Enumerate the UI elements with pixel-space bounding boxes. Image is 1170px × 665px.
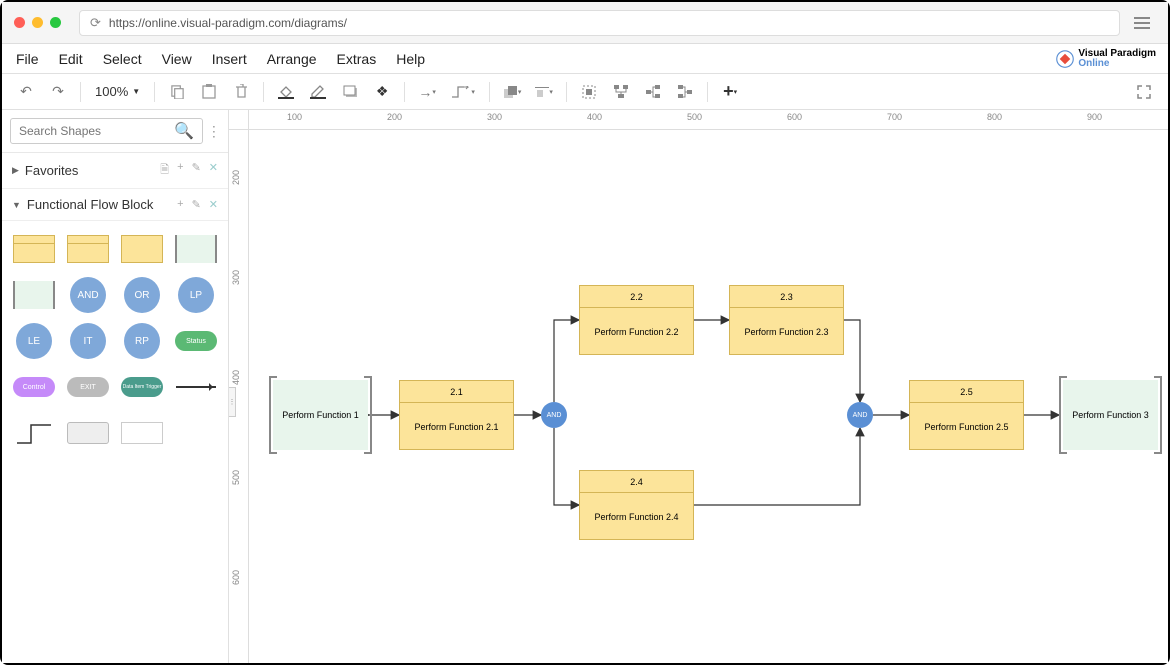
menu-arrange[interactable]: Arrange [267, 51, 317, 67]
favorites-panel-header[interactable]: ▶ Favorites 🗎 + ✎ ✕ [2, 153, 228, 189]
menu-bar: File Edit Select View Insert Arrange Ext… [2, 44, 1168, 74]
zoom-dropdown[interactable]: 100%▼ [89, 84, 146, 99]
shapes-sidebar: 🔍 ⋮ ▶ Favorites 🗎 + ✎ ✕ ▼ Functional Flo… [2, 110, 229, 663]
edges-layer [249, 130, 1168, 663]
close-icon[interactable]: ✕ [209, 161, 218, 180]
edit-icon[interactable]: ✎ [192, 161, 201, 180]
brand-logo-icon [1056, 50, 1074, 68]
shape-rect-white[interactable] [118, 415, 166, 451]
add-icon[interactable]: + [177, 198, 183, 211]
toolbar: ↶ ↷ 100%▼ ❖ →▾ ▾ ▾ ▾ +▾ [2, 74, 1168, 110]
paste-button[interactable] [195, 78, 223, 106]
ruler-corner [229, 110, 249, 130]
node-and-gate-1[interactable]: AND [541, 402, 567, 428]
close-icon[interactable]: ✕ [209, 198, 218, 211]
shape-lp-gate[interactable]: LP [172, 277, 220, 313]
shape-status-pill[interactable]: Status [172, 323, 220, 359]
shape-function-block-1[interactable] [10, 231, 58, 267]
autolayout-button[interactable] [607, 78, 635, 106]
shapes-palette: AND OR LP LE IT RP Status Control EXIT D… [2, 221, 228, 461]
format-painter-button[interactable]: ❖ [368, 78, 396, 106]
search-menu-button[interactable]: ⋮ [203, 123, 225, 140]
canvas-area[interactable]: ⋮ 100 200 300 400 500 600 700 800 900 20… [229, 110, 1168, 663]
shape-rect-gray[interactable] [64, 415, 112, 451]
add-icon[interactable]: + [177, 161, 183, 180]
fill-color-button[interactable] [272, 78, 300, 106]
align-button[interactable]: ▾ [530, 78, 558, 106]
brand-logo-area[interactable]: Visual Paradigm Online [1056, 49, 1156, 69]
shape-arrow[interactable] [172, 369, 220, 405]
to-front-button[interactable]: ▾ [498, 78, 526, 106]
node-and-gate-2[interactable]: AND [847, 402, 873, 428]
line-color-button[interactable] [304, 78, 332, 106]
menu-file[interactable]: File [16, 51, 39, 67]
vtree-button[interactable] [671, 78, 699, 106]
node-function-2-3[interactable]: 2.3Perform Function 2.3 [729, 285, 844, 355]
shape-step-line[interactable] [10, 415, 58, 451]
shape-reference-block[interactable] [172, 231, 220, 267]
window-controls [14, 17, 61, 28]
caret-down-icon: ▼ [12, 200, 21, 210]
menu-help[interactable]: Help [396, 51, 425, 67]
menu-insert[interactable]: Insert [212, 51, 247, 67]
node-function-2-2[interactable]: 2.2Perform Function 2.2 [579, 285, 694, 355]
node-perform-function-3[interactable]: Perform Function 3 [1063, 380, 1158, 450]
favorites-label: Favorites [25, 163, 78, 178]
ffb-label: Functional Flow Block [27, 197, 153, 212]
edit-icon[interactable]: ✎ [192, 198, 201, 211]
shape-trigger-pill[interactable]: Data Item Trigger [118, 369, 166, 405]
copy-button[interactable] [163, 78, 191, 106]
fullscreen-button[interactable] [1130, 78, 1158, 106]
node-function-2-4[interactable]: 2.4Perform Function 2.4 [579, 470, 694, 540]
waypoint-style-button[interactable]: ▾ [445, 78, 481, 106]
sidebar-collapse-handle[interactable]: ⋮ [229, 387, 236, 417]
save-icon[interactable]: 🗎 [160, 161, 169, 180]
horizontal-ruler: 100 200 300 400 500 600 700 800 900 [249, 110, 1168, 130]
shape-rp-gate[interactable]: RP [118, 323, 166, 359]
menu-edit[interactable]: Edit [59, 51, 83, 67]
shape-or-gate[interactable]: OR [118, 277, 166, 313]
search-icon[interactable]: 🔍 [174, 121, 194, 141]
shape-function-block-2[interactable] [64, 231, 112, 267]
shape-le-gate[interactable]: LE [10, 323, 58, 359]
caret-right-icon: ▶ [12, 165, 19, 176]
reload-icon[interactable]: ⟳ [90, 15, 101, 31]
shape-and-gate[interactable]: AND [64, 277, 112, 313]
redo-button[interactable]: ↷ [44, 78, 72, 106]
minimize-window-button[interactable] [32, 17, 43, 28]
maximize-window-button[interactable] [50, 17, 61, 28]
shadow-button[interactable] [336, 78, 364, 106]
shape-control-pill[interactable]: Control [10, 369, 58, 405]
node-function-2-5[interactable]: 2.5Perform Function 2.5 [909, 380, 1024, 450]
url-text: https://online.visual-paradigm.com/diagr… [109, 16, 347, 30]
shape-reference-block-2[interactable] [10, 277, 58, 313]
diagram-canvas[interactable]: Perform Function 1 2.1Perform Function 2… [249, 130, 1168, 663]
shape-function-block-3[interactable] [118, 231, 166, 267]
add-button[interactable]: +▾ [716, 78, 744, 106]
search-input-field[interactable] [19, 124, 174, 138]
browser-chrome: ⟳ https://online.visual-paradigm.com/dia… [2, 2, 1168, 44]
search-shapes-input[interactable]: 🔍 [10, 118, 203, 144]
connection-style-button[interactable]: →▾ [413, 78, 441, 106]
shape-it-gate[interactable]: IT [64, 323, 112, 359]
menu-extras[interactable]: Extras [337, 51, 377, 67]
brand-line2: Online [1078, 59, 1156, 69]
close-window-button[interactable] [14, 17, 25, 28]
delete-button[interactable] [227, 78, 255, 106]
snap-button[interactable] [575, 78, 603, 106]
brand-line1: Visual Paradigm [1078, 49, 1156, 59]
main-area: 🔍 ⋮ ▶ Favorites 🗎 + ✎ ✕ ▼ Functional Flo… [2, 110, 1168, 663]
url-bar[interactable]: ⟳ https://online.visual-paradigm.com/dia… [79, 10, 1120, 36]
browser-menu-button[interactable] [1128, 12, 1156, 34]
ffb-panel-header[interactable]: ▼ Functional Flow Block + ✎ ✕ [2, 189, 228, 221]
undo-button[interactable]: ↶ [12, 78, 40, 106]
node-function-2-1[interactable]: 2.1Perform Function 2.1 [399, 380, 514, 450]
menu-view[interactable]: View [162, 51, 192, 67]
menu-select[interactable]: Select [103, 51, 142, 67]
htree-button[interactable] [639, 78, 667, 106]
shape-exit-pill[interactable]: EXIT [64, 369, 112, 405]
node-perform-function-1[interactable]: Perform Function 1 [273, 380, 368, 450]
